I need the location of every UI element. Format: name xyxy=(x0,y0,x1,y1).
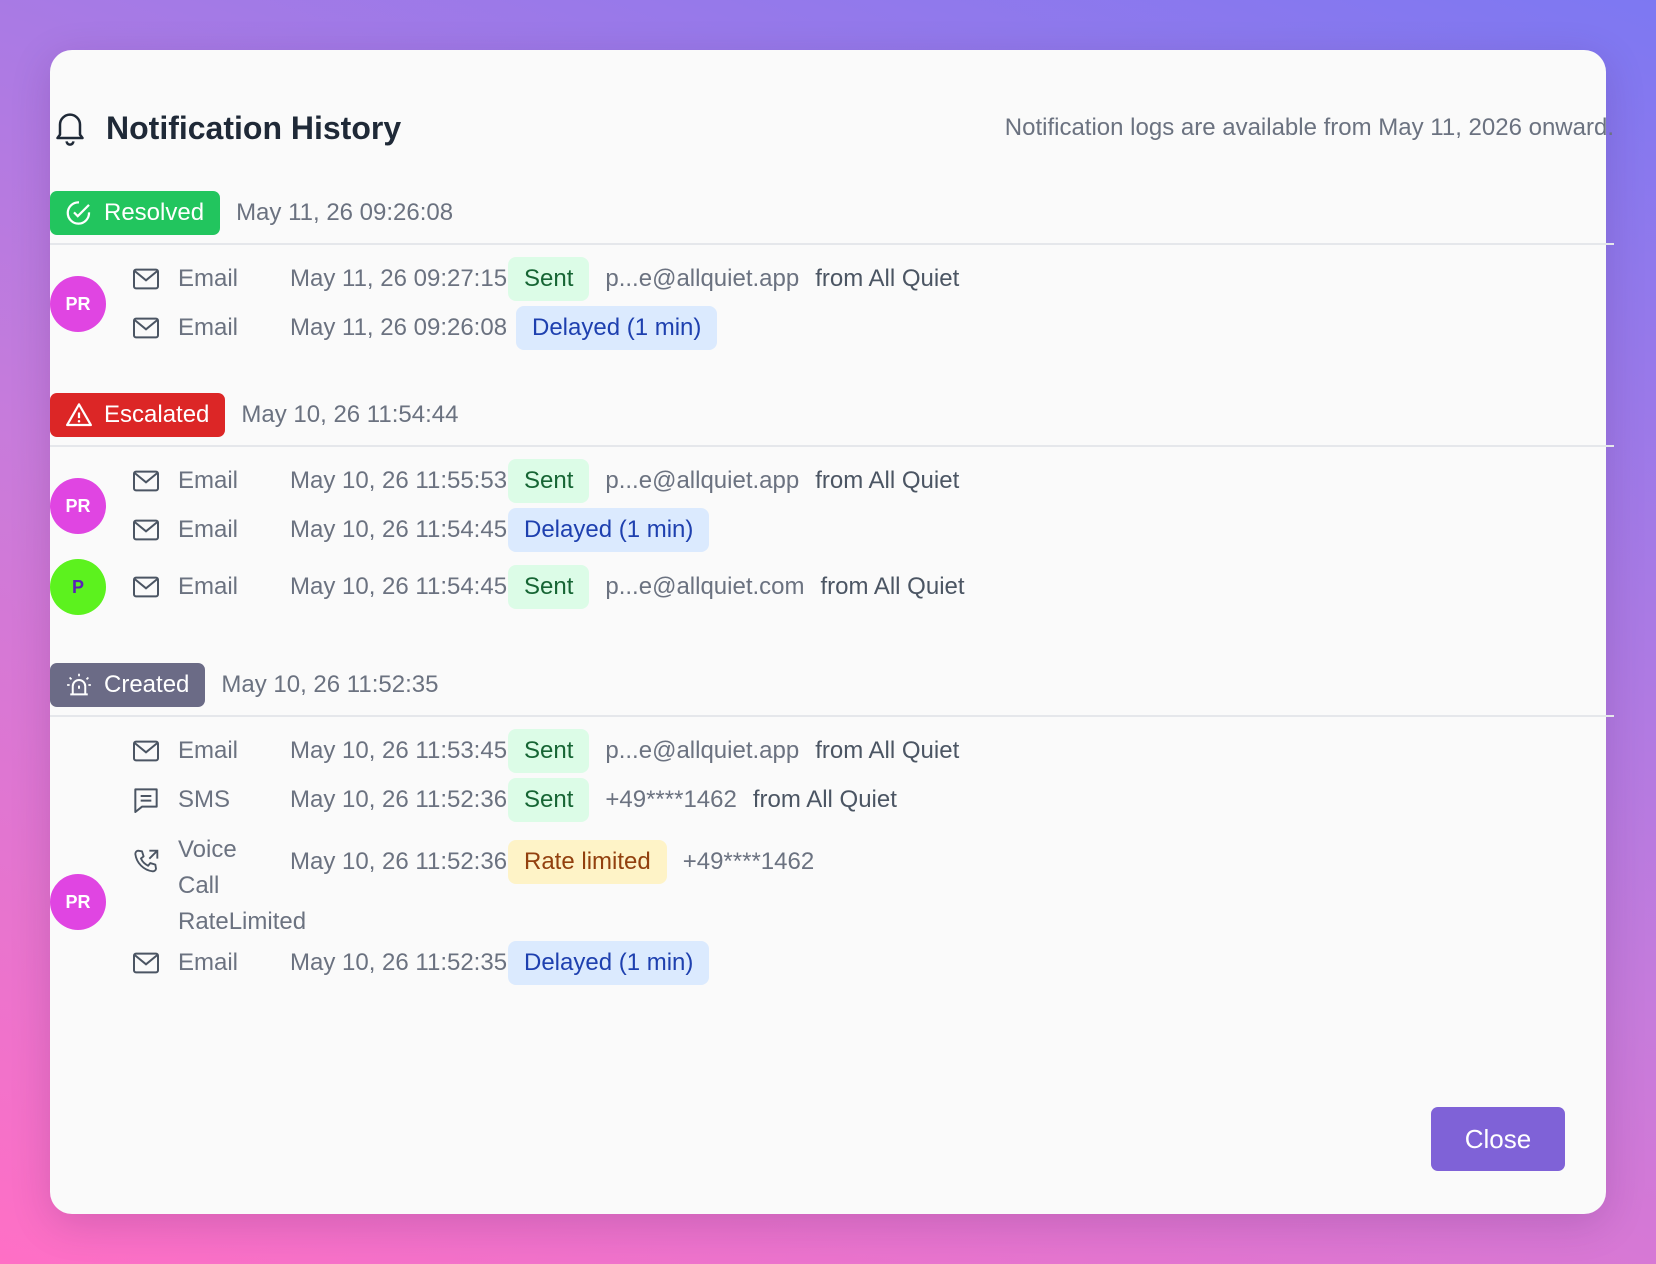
check-circle-icon xyxy=(66,201,91,225)
list-item: SMS May 10, 26 11:52:36 Sent +49****1462 f… xyxy=(130,778,897,822)
mail-icon xyxy=(130,947,162,979)
close-button[interactable]: Close xyxy=(1431,1107,1565,1171)
list-item: Email May 10, 26 11:53:45 Sent p...e@allq… xyxy=(130,729,959,773)
channel-name: Voice Call RateLimited xyxy=(178,836,307,935)
mail-icon xyxy=(130,571,162,603)
status-badge: Delayed (1 min) xyxy=(508,508,710,552)
section-escalated: Escalated May 10, 26 11:54:44 xyxy=(50,393,1614,447)
avatar: P xyxy=(50,559,106,615)
avatar: PR xyxy=(50,874,106,930)
section-resolved: Resolved May 11, 26 09:26:08 xyxy=(50,191,1614,245)
list-item: Voice Call RateLimited May 10, 26 11:52:… xyxy=(130,836,814,935)
section-created: Created May 10, 26 11:52:35 xyxy=(50,663,1614,717)
avatar: PR xyxy=(50,276,106,332)
mail-icon xyxy=(130,312,162,344)
bell-icon xyxy=(56,113,84,146)
status-badge: Sent xyxy=(508,459,590,503)
mail-icon xyxy=(130,263,162,295)
status-badge: Delayed (1 min) xyxy=(516,306,718,350)
list-item: Email May 10, 26 11:52:35 Delayed (1 min… xyxy=(130,941,710,985)
phone-outgoing-icon xyxy=(130,846,162,878)
dialog-header: Notification History Notification logs a… xyxy=(50,108,1614,148)
divider xyxy=(50,243,1614,245)
status-badge: Delayed (1 min) xyxy=(508,941,710,985)
warning-triangle-icon xyxy=(66,403,92,427)
mail-icon xyxy=(130,735,162,767)
status-badge: Resolved xyxy=(50,191,221,235)
status-badge: Sent xyxy=(508,729,590,773)
status-badge: Created xyxy=(50,663,206,707)
list-item: Email May 10, 26 11:54:45 Sent p...e@allq… xyxy=(130,565,965,609)
status-badge: Sent xyxy=(508,778,590,822)
availability-note: Notification logs are available from May… xyxy=(1004,114,1614,141)
list-item: Email May 11, 26 09:26:08 Delayed (1 min… xyxy=(130,306,718,350)
divider xyxy=(50,445,1614,447)
mail-icon xyxy=(130,465,162,497)
list-item: Email May 11, 26 09:27:15 Sent p...e@allq… xyxy=(130,257,959,301)
status-badge: Sent xyxy=(508,565,590,609)
divider xyxy=(50,715,1614,717)
section-timestamp: May 10, 26 11:52:35 xyxy=(221,671,439,698)
section-timestamp: May 11, 26 09:26:08 xyxy=(236,199,454,226)
list-item: Email May 10, 26 11:54:45 Delayed (1 min… xyxy=(130,508,710,552)
message-icon xyxy=(130,784,162,816)
section-timestamp: May 10, 26 11:54:44 xyxy=(241,401,459,428)
avatar: PR xyxy=(50,478,106,534)
status-badge: Rate limited xyxy=(508,840,667,884)
status-badge: Sent xyxy=(508,257,590,301)
status-badge: Escalated xyxy=(50,393,226,437)
mail-icon xyxy=(130,514,162,546)
page-title: Notification History xyxy=(106,109,402,146)
siren-icon xyxy=(67,673,91,696)
list-item: Email May 10, 26 11:55:53 Sent p...e@allq… xyxy=(130,459,959,503)
